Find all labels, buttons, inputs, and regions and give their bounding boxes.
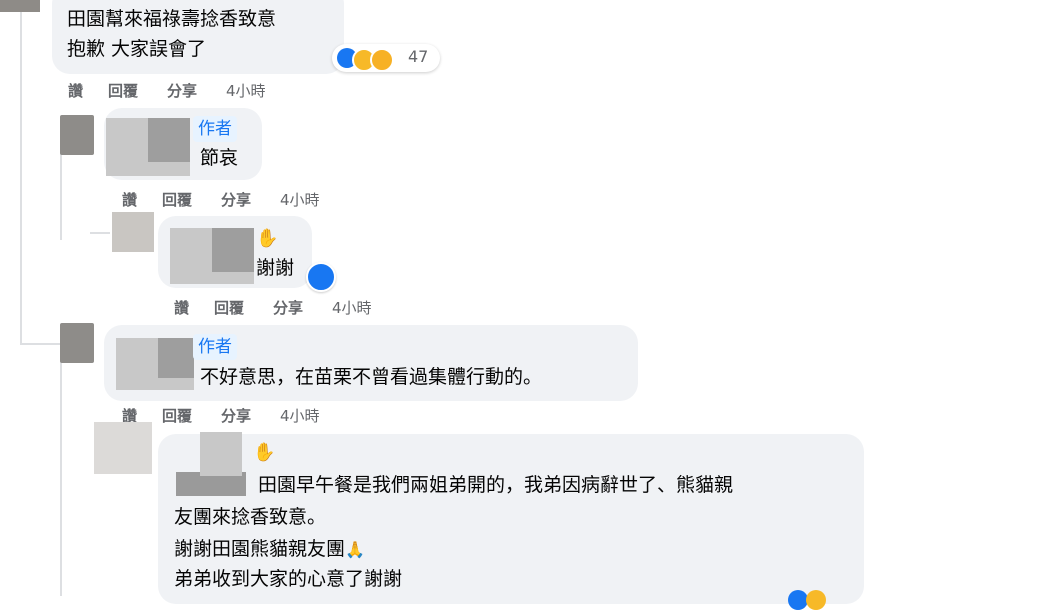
blurred-name [158, 338, 194, 378]
share-link[interactable]: 分享 [167, 80, 197, 101]
wave-hand-icon: ✋ [253, 442, 276, 463]
thread-line [90, 232, 110, 234]
comment-text: 田園早午餐是我們兩姐弟開的，我弟因病辭世了、熊貓親 [258, 474, 734, 496]
avatar[interactable] [60, 323, 94, 363]
avatar[interactable] [60, 115, 94, 155]
like-link[interactable]: 讚 [174, 297, 189, 318]
pray-icon: 🙏 [345, 540, 365, 559]
thread-line [20, 0, 22, 345]
avatar[interactable] [94, 422, 152, 474]
timestamp[interactable]: 4小時 [280, 405, 320, 426]
reply-link[interactable]: 回覆 [214, 297, 244, 318]
like-link[interactable]: 讚 [68, 80, 83, 101]
blurred-name [148, 118, 190, 162]
author-badge: 作者 [193, 334, 237, 360]
reply-link[interactable]: 回覆 [162, 189, 192, 210]
comment-text: 謝謝田園熊貓親友團🙏 [174, 536, 365, 563]
reaction-summary[interactable]: 47 [332, 44, 440, 72]
sad-icon [370, 48, 394, 72]
thread-line [60, 345, 62, 596]
comment-text: 友團來捻香致意。 [174, 506, 327, 528]
wave-hand-icon: ✋ [256, 228, 279, 249]
blurred-name [212, 228, 254, 272]
comment-text: 抱歉 大家誤會了 [67, 38, 207, 60]
comment-text-span: 謝謝田園熊貓親友團 [174, 538, 346, 560]
care-icon[interactable] [806, 590, 826, 610]
share-link[interactable]: 分享 [273, 297, 303, 318]
timestamp[interactable]: 4小時 [332, 297, 372, 318]
reply-link[interactable]: 回覆 [162, 405, 192, 426]
comment-text: 弟弟收到大家的心意了謝謝 [174, 568, 403, 590]
share-link[interactable]: 分享 [221, 405, 251, 426]
timestamp[interactable]: 4小時 [226, 80, 266, 101]
comment-text: 田園幫來福祿壽捻香致意 [67, 8, 277, 30]
author-badge: 作者 [193, 116, 237, 142]
reply-link[interactable]: 回覆 [108, 80, 138, 101]
avatar[interactable] [112, 212, 154, 252]
thread-line [20, 343, 60, 345]
like-icon[interactable] [788, 590, 808, 610]
like-link[interactable]: 讚 [122, 189, 137, 210]
avatar[interactable] [0, 0, 40, 12]
timestamp[interactable]: 4小時 [280, 189, 320, 210]
like-icon[interactable] [306, 262, 336, 292]
reaction-count: 47 [408, 47, 429, 66]
comment-text: 不好意思，在苗栗不曾看過集體行動的。 [200, 366, 543, 388]
comment-text: 節哀 [200, 147, 239, 169]
comment-text: 謝謝 [256, 257, 295, 279]
share-link[interactable]: 分享 [221, 189, 251, 210]
thread-line [60, 140, 62, 240]
blurred-name [200, 432, 242, 476]
